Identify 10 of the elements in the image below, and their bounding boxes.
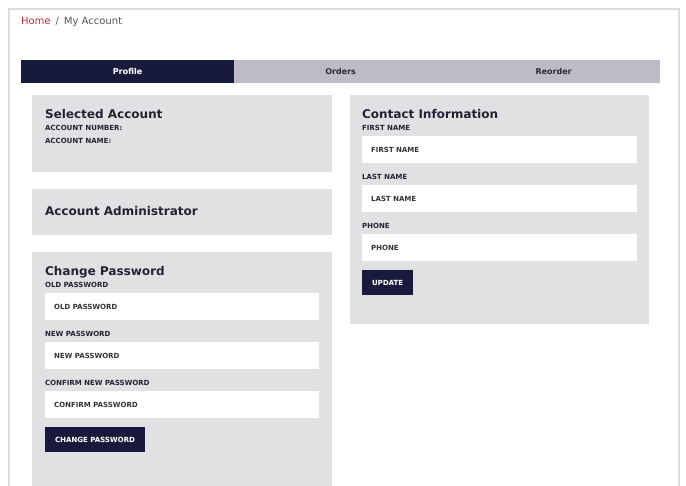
tab[interactable]: Profile xyxy=(21,60,234,83)
breadcrumb-current: My Account xyxy=(64,16,122,27)
breadcrumb-link[interactable]: Home xyxy=(21,16,51,27)
breadcrumb-separator: / xyxy=(56,16,59,27)
panel-title: Account Administrator xyxy=(45,204,199,218)
tab[interactable]: Reorder xyxy=(447,60,660,83)
panel-title: Selected Account xyxy=(45,107,164,121)
panel-title: Contact Information xyxy=(362,107,500,121)
tab[interactable]: Orders xyxy=(234,60,447,83)
panel-title: Change Password xyxy=(45,264,166,278)
